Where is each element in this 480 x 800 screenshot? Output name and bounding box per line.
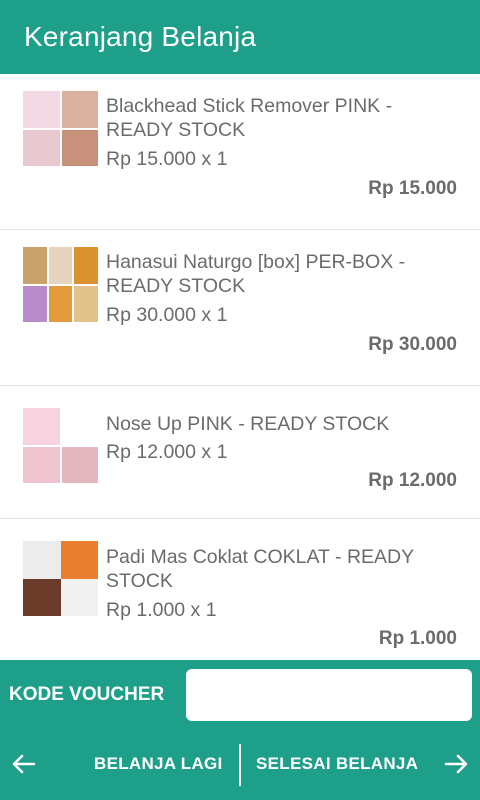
cart-item[interactable]: Hanasui Naturgo [box] PER-BOX - READY ST… <box>0 230 480 386</box>
product-thumbnail <box>23 541 98 616</box>
voucher-label: KODE VOUCHER <box>9 684 165 705</box>
thumb-tile <box>61 408 98 445</box>
price-quantity: Rp 12.000 x 1 <box>106 441 228 463</box>
product-thumbnail <box>23 91 98 166</box>
thumb-tile <box>48 285 73 322</box>
thumb-tile <box>23 408 60 445</box>
app-bar: Keranjang Belanja <box>0 0 480 74</box>
thumb-tile <box>48 247 73 284</box>
arrow-right-icon[interactable] <box>442 750 470 778</box>
voucher-input[interactable] <box>186 669 472 721</box>
cart-item[interactable]: Blackhead Stick Remover PINK - READY STO… <box>0 74 480 230</box>
price-quantity: Rp 30.000 x 1 <box>106 304 228 326</box>
product-name: Hanasui Naturgo [box] PER-BOX - READY ST… <box>106 251 406 297</box>
thumb-tile <box>74 247 98 284</box>
continue-shopping-button[interactable]: BELANJA LAGI <box>94 742 223 786</box>
arrow-left-icon[interactable] <box>10 750 38 778</box>
thumb-tile <box>23 285 47 322</box>
product-name: Blackhead Stick Remover PINK - READY STO… <box>106 95 393 141</box>
price-quantity: Rp 15.000 x 1 <box>106 148 228 170</box>
product-thumbnail <box>23 408 98 483</box>
thumb-tile <box>60 578 98 616</box>
item-total: Rp 15.000 <box>368 178 457 199</box>
footer-divider <box>239 744 241 786</box>
thumb-tile <box>61 91 98 128</box>
thumb-tile <box>61 129 98 166</box>
product-name: Nose Up PINK - READY STOCK <box>106 413 390 435</box>
thumb-tile <box>23 91 60 128</box>
thumb-tile <box>23 541 61 579</box>
cart-item[interactable]: Padi Mas Coklat COKLAT - READY STOCK Rp … <box>0 519 480 666</box>
thumb-tile <box>23 578 61 616</box>
thumb-tile <box>23 446 60 483</box>
thumb-tile <box>23 129 60 166</box>
checkout-footer: KODE VOUCHER BELANJA LAGI SELESAI BELANJ… <box>0 660 480 800</box>
price-quantity: Rp 1.000 x 1 <box>106 599 217 621</box>
thumb-tile <box>60 541 98 579</box>
thumb-tile <box>23 247 47 284</box>
item-total: Rp 30.000 <box>368 334 457 355</box>
finish-shopping-button[interactable]: SELESAI BELANJA <box>256 742 418 786</box>
product-thumbnail <box>23 247 98 322</box>
product-name: Padi Mas Coklat COKLAT - READY STOCK <box>106 546 414 592</box>
thumb-tile <box>74 285 98 322</box>
cart-list: Blackhead Stick Remover PINK - READY STO… <box>0 74 480 666</box>
item-total: Rp 1.000 <box>378 628 457 649</box>
cart-item[interactable]: Nose Up PINK - READY STOCK Rp 12.000 x 1… <box>0 386 480 519</box>
page-title: Keranjang Belanja <box>24 21 257 52</box>
thumb-tile <box>61 446 98 483</box>
item-total: Rp 12.000 <box>368 470 457 491</box>
